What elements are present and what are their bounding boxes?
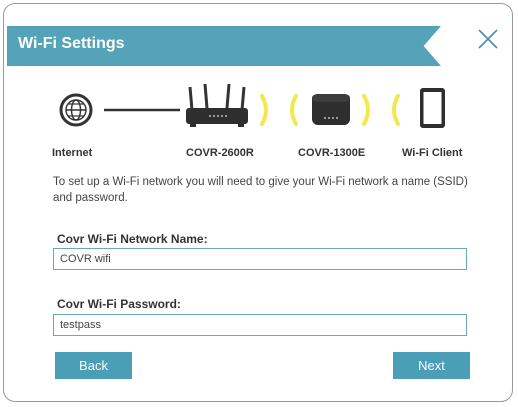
extender-icon [312, 94, 350, 125]
tablet-icon [420, 88, 445, 128]
password-label: Covr Wi-Fi Password: [57, 297, 181, 311]
node-label-covr-2600r: COVR-2600R [186, 147, 254, 159]
globe-icon [59, 93, 93, 127]
title-banner: Wi-Fi Settings [7, 26, 441, 66]
wifi-signal-icon [260, 94, 298, 126]
next-button[interactable]: Next [393, 352, 470, 379]
back-button[interactable]: Back [55, 352, 132, 379]
close-button[interactable] [474, 25, 502, 53]
password-input[interactable] [53, 314, 467, 336]
wifi-signal-icon [362, 94, 400, 126]
close-icon [478, 29, 498, 49]
dialog-title: Wi-Fi Settings [18, 35, 125, 52]
node-label-wifi-client: Wi-Fi Client [402, 147, 463, 159]
router-icon [186, 84, 248, 127]
node-label-internet: Internet [52, 147, 93, 159]
network-topology: Internet COVR-2600R COVR-1300E Wi-Fi Cli… [0, 84, 518, 164]
network-name-input[interactable] [53, 248, 467, 270]
node-label-covr-1300e: COVR-1300E [298, 147, 366, 159]
setup-description: To set up a Wi-Fi network you will need … [53, 176, 468, 204]
network-name-label: Covr Wi-Fi Network Name: [57, 232, 208, 246]
